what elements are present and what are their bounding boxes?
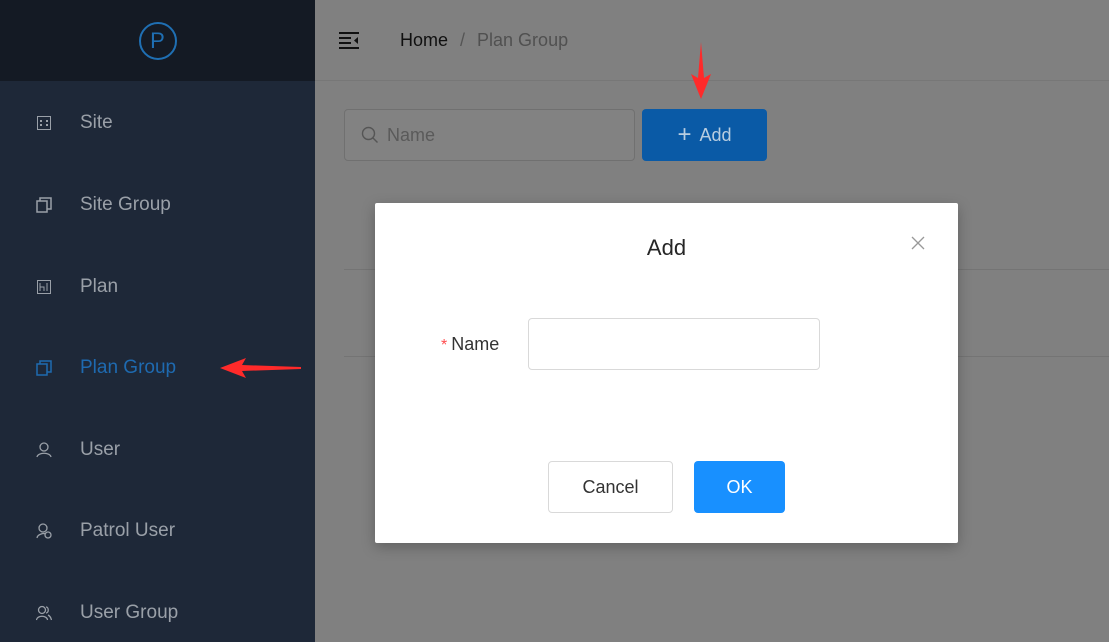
close-icon[interactable] [906,231,930,255]
header: Home / Plan Group [315,0,1109,81]
name-label: * Name [441,334,499,355]
menu-fold-icon[interactable] [339,31,359,49]
sidebar-item-label: Site Group [80,194,171,215]
dialog-title: Add [646,235,687,260]
sidebar-item-label: Plan Group [80,357,177,378]
search-input[interactable] [387,124,607,146]
breadcrumb-current: Plan Group [477,29,569,50]
annotation-arrow-down-icon [691,42,711,99]
logo-icon: P [138,21,177,60]
group-icon [36,360,52,376]
sidebar-item-user[interactable]: User [0,425,315,475]
breadcrumb: Home / Plan Group [400,30,568,51]
sidebar-item-label: Site [80,112,113,133]
name-label-text: Name [451,334,500,354]
plan-icon [36,279,52,295]
plus-icon: + [677,121,692,148]
app-logo[interactable]: P [0,0,315,81]
add-button[interactable]: + Add [642,109,767,161]
sidebar-item-site-group[interactable]: Site Group [0,180,315,230]
sidebar-item-label: Plan [80,276,119,297]
site-icon [36,115,52,131]
search-icon [361,126,378,143]
group-icon [36,197,52,213]
breadcrumb-home[interactable]: Home [400,30,448,51]
sidebar-item-patrol-user[interactable]: Patrol User [0,506,315,556]
user-icon [36,442,52,458]
sidebar: P Site Site Group Plan Plan Group User P… [0,0,315,642]
sidebar-item-label: User Group [80,602,179,623]
search-box[interactable] [344,109,635,161]
name-field[interactable] [528,318,820,370]
sidebar-item-label: Patrol User [80,520,176,541]
annotation-arrow-left-icon [220,358,301,378]
add-dialog: Add * Name Cancel OK [375,203,958,543]
required-mark: * [441,337,448,354]
sidebar-item-plan[interactable]: Plan [0,262,315,312]
add-button-label: Add [699,124,732,145]
breadcrumb-separator: / [460,29,466,50]
ok-button[interactable]: OK [694,461,785,513]
user-group-icon [36,605,52,621]
cancel-button[interactable]: Cancel [548,461,673,513]
sidebar-item-user-group[interactable]: User Group [0,588,315,638]
patrol-user-icon [36,523,52,539]
sidebar-item-site[interactable]: Site [0,98,315,148]
sidebar-item-label: User [80,439,121,460]
